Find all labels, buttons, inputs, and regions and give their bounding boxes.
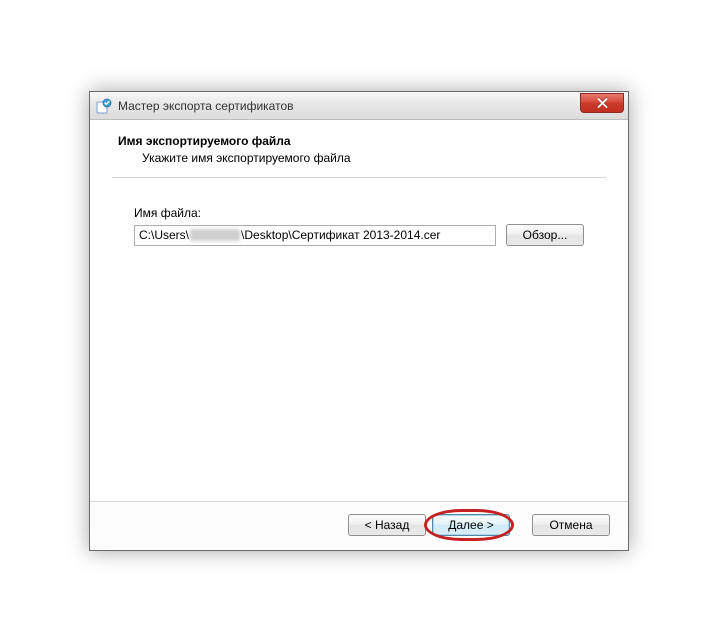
page-title: Имя экспортируемого файла <box>118 134 600 148</box>
nav-button-group: < Назад Далее > <box>348 514 510 536</box>
file-name-input[interactable]: C:\Users\ \Desktop\Сертификат 2013-2014.c… <box>134 225 496 246</box>
path-prefix: C:\Users\ <box>139 226 189 245</box>
close-icon <box>597 98 608 108</box>
page-subtitle: Укажите имя экспортируемого файла <box>118 151 600 165</box>
file-row: C:\Users\ \Desktop\Сертификат 2013-2014.c… <box>134 224 584 246</box>
certificate-export-wizard-window: Мастер экспорта сертификатов Имя экспорт… <box>89 91 629 551</box>
path-suffix: \Desktop\Сертификат 2013-2014.cer <box>241 226 440 245</box>
redacted-username <box>190 229 240 241</box>
wizard-content: Имя экспортируемого файла Укажите имя эк… <box>90 120 628 501</box>
window-title: Мастер экспорта сертификатов <box>118 99 294 113</box>
back-button[interactable]: < Назад <box>348 514 426 536</box>
form-area: Имя файла: C:\Users\ \Desktop\Сертификат … <box>118 178 600 246</box>
certificate-icon <box>96 98 112 114</box>
cancel-button[interactable]: Отмена <box>532 514 610 536</box>
titlebar: Мастер экспорта сертификатов <box>90 92 628 120</box>
wizard-header: Имя экспортируемого файла Укажите имя эк… <box>118 134 600 177</box>
close-button[interactable] <box>580 93 624 113</box>
wizard-footer: < Назад Далее > Отмена <box>90 501 628 550</box>
next-button[interactable]: Далее > <box>432 514 510 536</box>
browse-button[interactable]: Обзор... <box>506 224 584 246</box>
file-name-label: Имя файла: <box>134 206 584 220</box>
